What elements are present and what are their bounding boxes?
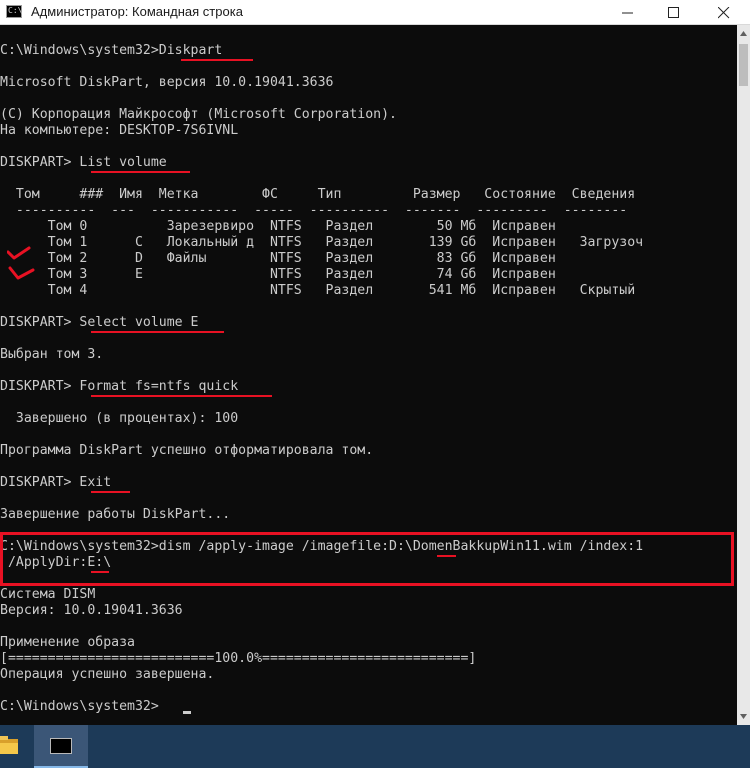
progress-bar-text: [==========================100.0%=======…: [0, 651, 477, 666]
command-prompt-icon: C:\: [6, 5, 22, 18]
minimize-icon: [622, 12, 633, 14]
console-line: DISKPART> Format fs=ntfs quick: [0, 379, 239, 394]
console-line: Выбран том 3.: [0, 347, 104, 362]
close-button[interactable]: [700, 0, 746, 24]
title-bar[interactable]: C:\ Администратор: Командная строка: [0, 0, 750, 25]
minimize-button[interactable]: [604, 0, 650, 24]
checkmark-icon: [7, 246, 35, 280]
console-line: На компьютере: DESKTOP-7S6IVNL: [0, 123, 239, 138]
folder-icon[interactable]: [0, 736, 18, 756]
console-line: (C) Корпорация Майкрософт (Microsoft Cor…: [0, 107, 397, 122]
console-line: DISKPART> Exit: [0, 475, 112, 490]
command-prompt-icon: [50, 738, 72, 754]
close-icon: [718, 7, 730, 19]
scroll-down-icon[interactable]: [737, 708, 750, 725]
text-cursor: [183, 711, 191, 714]
console-line: Завершено (в процентах): 100: [0, 411, 239, 426]
annotation-underline: [181, 59, 253, 61]
maximize-icon: [668, 7, 679, 18]
console-line: Программа DiskPart успешно отформатирова…: [0, 443, 374, 458]
console-line: Завершение работы DiskPart...: [0, 507, 231, 522]
console-output[interactable]: C:\Windows\system32>Diskpart Microsoft D…: [0, 25, 737, 725]
console-line: Версия: 10.0.19041.3636: [0, 603, 183, 618]
table-header: Том ### Имя Метка ФС Тип Размер Состояни…: [0, 187, 636, 202]
annotation-underline: [91, 331, 224, 333]
console-line: Система DISM: [0, 587, 96, 602]
table-row: Том 2 D Файлы NTFS Раздел 83 Gб Исправен: [0, 251, 556, 266]
maximize-button[interactable]: [650, 0, 696, 24]
command-prompt[interactable]: C:\Windows\system32>: [0, 699, 159, 715]
console-line: Операция успешно завершена.: [0, 667, 215, 682]
window-title: Администратор: Командная строка: [31, 4, 243, 19]
vertical-scrollbar[interactable]: [737, 25, 750, 725]
annotation-underline: [91, 491, 130, 493]
taskbar: [0, 725, 750, 768]
console-line: C:\Windows\system32>Diskpart: [0, 43, 223, 58]
table-row: Том 0 Зарезервиро NTFS Раздел 50 Мб Испр…: [0, 219, 556, 234]
console-line: DISKPART> List volume: [0, 155, 167, 170]
console-line: DISKPART> Select volume E: [0, 315, 199, 330]
annotation-box: [0, 532, 734, 586]
scroll-up-icon[interactable]: [737, 25, 750, 42]
table-separator: ---------- --- ----------- ----- -------…: [0, 203, 628, 218]
console-line: Microsoft DiskPart, версия 10.0.19041.36…: [0, 75, 334, 90]
taskbar-command-prompt-button[interactable]: [34, 725, 88, 768]
scrollbar-thumb[interactable]: [739, 44, 748, 86]
table-row: Том 3 E NTFS Раздел 74 Gб Исправен: [0, 267, 556, 282]
annotation-underline: [91, 395, 272, 397]
console-line: Применение образа: [0, 635, 135, 650]
table-row: Том 4 NTFS Раздел 541 Мб Исправен Скрыты…: [0, 283, 636, 298]
annotation-underline: [91, 171, 190, 173]
table-row: Том 1 C Локальный д NTFS Раздел 139 Gб И…: [0, 235, 644, 250]
